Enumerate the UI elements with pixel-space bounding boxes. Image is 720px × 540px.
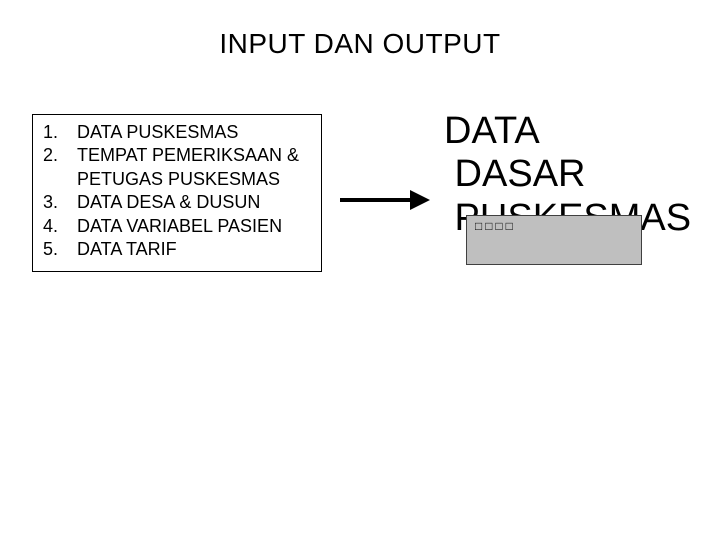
list-number: 2. xyxy=(43,144,77,191)
list-text: DATA DESA & DUSUN xyxy=(77,191,311,214)
list-item: 2. TEMPAT PEMERIKSAAN & PETUGAS PUSKESMA… xyxy=(43,144,311,191)
list-item: 1. DATA PUSKESMAS xyxy=(43,121,311,144)
arrow-icon xyxy=(340,188,430,212)
list-number: 4. xyxy=(43,215,77,238)
input-list-box: 1. DATA PUSKESMAS 2. TEMPAT PEMERIKSAAN … xyxy=(32,114,322,272)
list-number: 5. xyxy=(43,238,77,261)
list-item: 5. DATA TARIF xyxy=(43,238,311,261)
list-text: DATA TARIF xyxy=(77,238,311,261)
list-item: 4. DATA VARIABEL PASIEN xyxy=(43,215,311,238)
list-text: DATA VARIABEL PASIEN xyxy=(77,215,311,238)
output-box: □□□□ xyxy=(466,215,642,265)
list-number: 1. xyxy=(43,121,77,144)
input-list: 1. DATA PUSKESMAS 2. TEMPAT PEMERIKSAAN … xyxy=(43,121,311,261)
diagram-stage: INPUT DAN OUTPUT 1. DATA PUSKESMAS 2. TE… xyxy=(0,0,720,540)
list-number: 3. xyxy=(43,191,77,214)
list-text: DATA PUSKESMAS xyxy=(77,121,311,144)
slide-title: INPUT DAN OUTPUT xyxy=(0,28,720,60)
list-text: TEMPAT PEMERIKSAAN & PETUGAS PUSKESMAS xyxy=(77,144,311,191)
list-item: 3. DATA DESA & DUSUN xyxy=(43,191,311,214)
